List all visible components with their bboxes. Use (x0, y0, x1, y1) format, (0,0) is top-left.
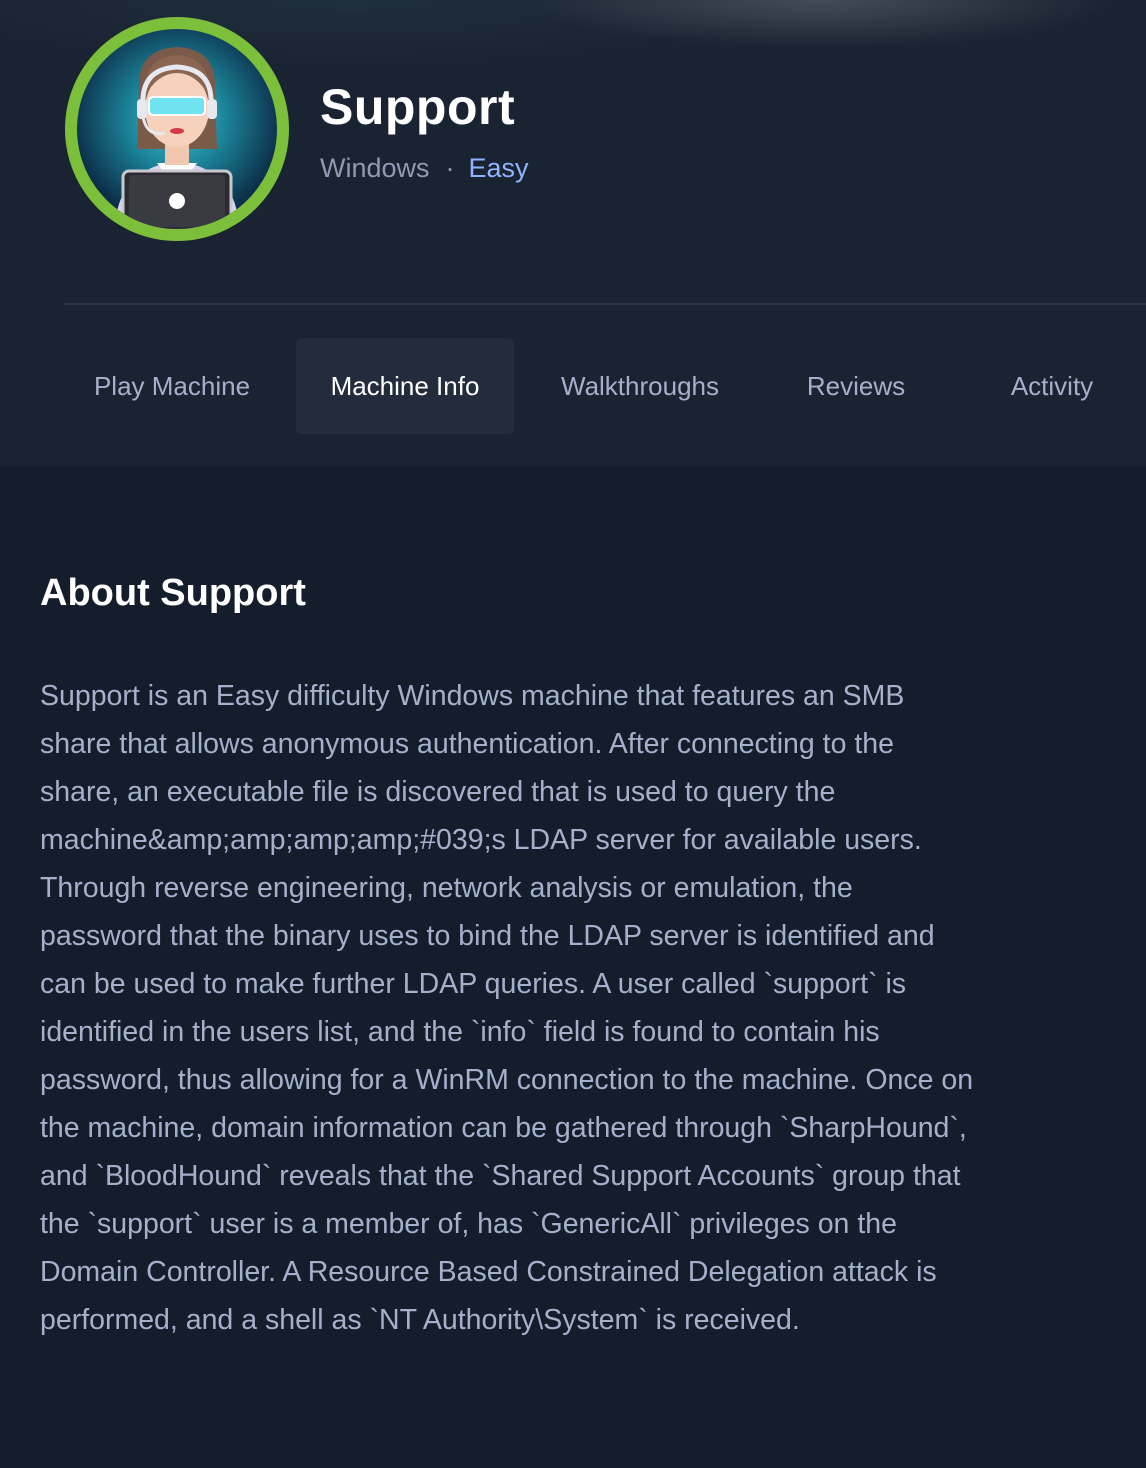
machine-title: Support (320, 79, 516, 135)
machine-meta: Windows · Easy (320, 153, 529, 184)
tab-machine-info[interactable]: Machine Info (296, 338, 514, 434)
tab-play-machine[interactable]: Play Machine (66, 338, 278, 434)
tab-activity[interactable]: Activity (980, 338, 1124, 434)
machine-tabs: Play Machine Machine Info Walkthroughs R… (0, 338, 1146, 434)
machine-os: Windows (320, 153, 430, 183)
support-agent-icon (115, 47, 239, 229)
meta-separator: · (445, 153, 455, 183)
machine-header: Support Windows · Easy Play Machine Machin… (0, 0, 1146, 466)
about-description: Support is an Easy difficulty Windows ma… (40, 680, 974, 1336)
machine-avatar (65, 17, 289, 241)
tab-reviews[interactable]: Reviews (780, 338, 932, 434)
tab-walkthroughs[interactable]: Walkthroughs (530, 338, 750, 434)
about-heading: About Support (40, 572, 306, 614)
difficulty-badge: Easy (468, 153, 529, 183)
header-divider (64, 303, 1146, 305)
avatar-image (77, 29, 277, 229)
